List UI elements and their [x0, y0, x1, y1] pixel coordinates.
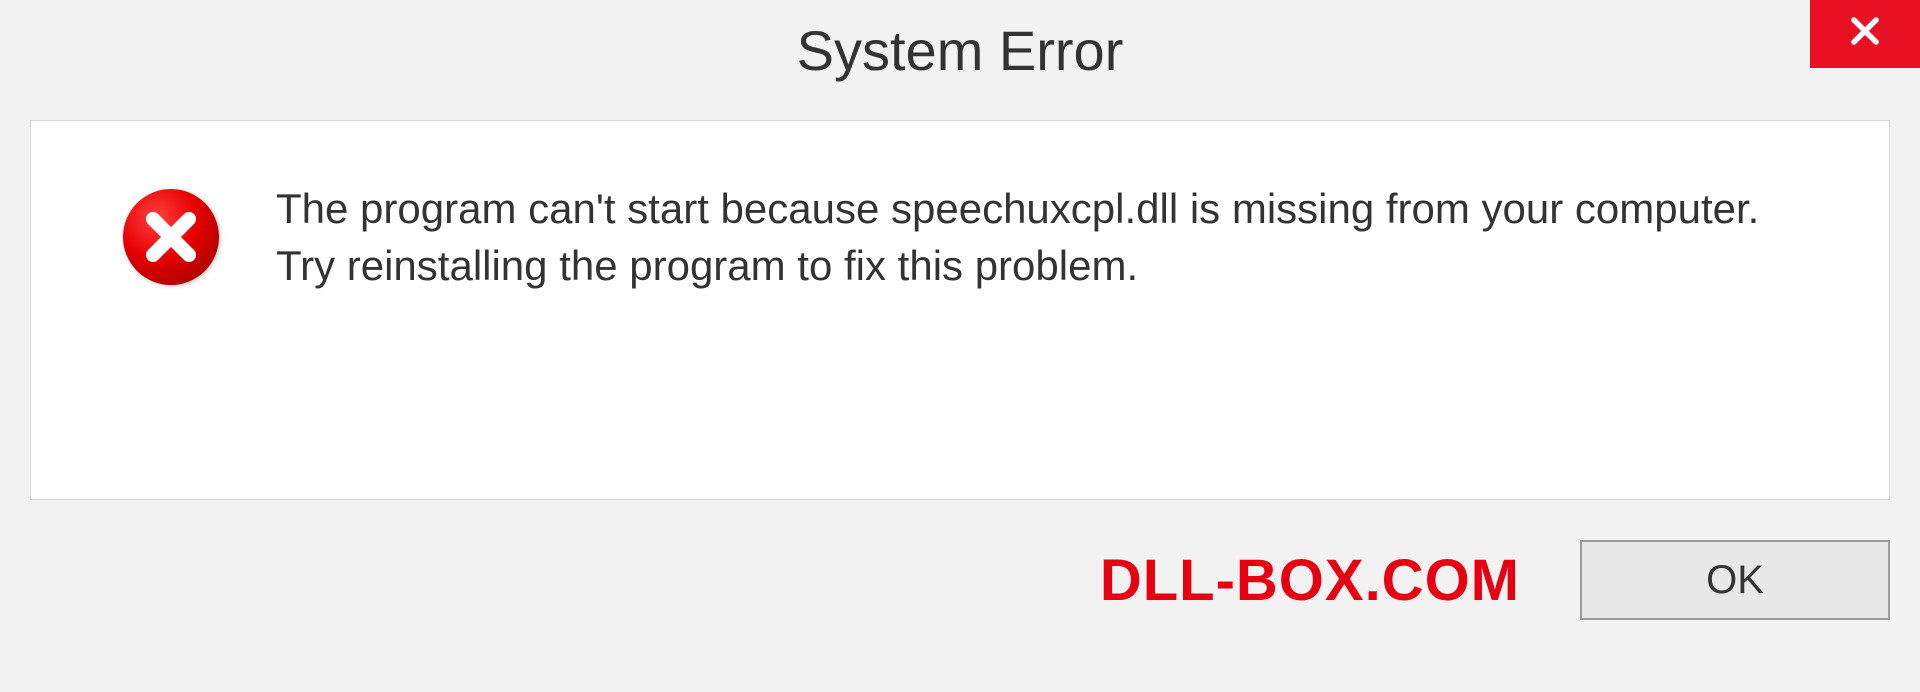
error-icon — [121, 187, 221, 287]
dialog-footer: DLL-BOX.COM OK — [30, 500, 1890, 660]
dialog-content: The program can't start because speechux… — [30, 120, 1890, 500]
error-message: The program can't start because speechux… — [276, 181, 1776, 294]
watermark-text: DLL-BOX.COM — [1100, 547, 1520, 614]
ok-button[interactable]: OK — [1580, 540, 1890, 620]
close-button[interactable] — [1810, 0, 1920, 68]
close-icon — [1846, 12, 1884, 55]
window-title: System Error — [797, 18, 1124, 83]
titlebar: System Error — [0, 0, 1920, 100]
